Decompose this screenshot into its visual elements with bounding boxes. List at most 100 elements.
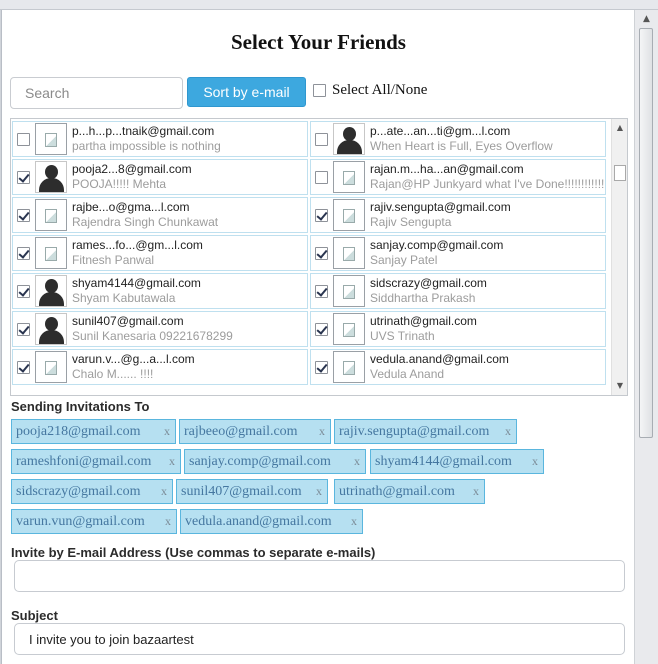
friend-checkbox[interactable]	[17, 208, 30, 222]
person-icon	[35, 161, 67, 193]
friend-checkbox[interactable]	[17, 360, 30, 374]
friends-list[interactable]: p...h...p...tnaik@gmail.com partha imposs…	[10, 118, 628, 396]
friend-name: When Heart is Full, Eyes Overflow	[370, 139, 553, 153]
friend-item[interactable]: varun.v...@g...a...l.com Chalo M...... !!…	[12, 349, 308, 385]
remove-invitation-icon[interactable]: x	[532, 450, 538, 473]
friends-list-scroll-thumb[interactable]	[614, 165, 626, 181]
friend-name: Rajendra Singh Chunkawat	[72, 215, 219, 229]
friend-checkbox[interactable]	[315, 132, 328, 146]
friend-checkbox[interactable]	[315, 170, 328, 184]
friend-info: sanjay.comp@gmail.com Sanjay Patel	[370, 238, 503, 268]
friend-info: varun.v...@g...a...l.com Chalo M...... !!…	[72, 352, 195, 382]
friend-checkbox[interactable]	[17, 170, 30, 184]
friend-item[interactable]: sidscrazy@gmail.com Siddhartha Prakash	[310, 273, 606, 309]
friend-name: Sanjay Patel	[370, 253, 438, 267]
page-content: Select Your Friends Sort by e-mail Selec…	[1, 10, 634, 664]
remove-invitation-icon[interactable]: x	[161, 480, 167, 503]
invitation-email: varun.vun@gmail.com	[16, 514, 145, 529]
friend-item[interactable]: pooja2...8@gmail.com POOJA!!!!! Mehta	[12, 159, 308, 195]
friend-name: Shyam Kabutawala	[72, 291, 176, 305]
remove-invitation-icon[interactable]: x	[316, 480, 322, 503]
select-all-toggle[interactable]: Select All/None	[313, 82, 427, 99]
remove-invitation-icon[interactable]: x	[319, 420, 325, 443]
sort-by-email-button[interactable]: Sort by e-mail	[187, 77, 306, 107]
broken-image-icon	[333, 161, 365, 193]
invitation-email: rameshfoni@gmail.com	[16, 454, 152, 469]
broken-image-icon	[35, 237, 67, 269]
remove-invitation-icon[interactable]: x	[505, 420, 511, 443]
friend-email: shyam4144@gmail.com	[72, 276, 201, 290]
invite-email-label: Invite by E-mail Address (Use commas to …	[11, 545, 376, 560]
window-scroll-up-icon[interactable]: ▲	[635, 11, 658, 27]
broken-image-icon	[333, 275, 365, 307]
friend-name: Vedula Anand	[370, 367, 445, 381]
friend-info: pooja2...8@gmail.com POOJA!!!!! Mehta	[72, 162, 192, 192]
remove-invitation-icon[interactable]: x	[354, 450, 360, 473]
friend-info: sidscrazy@gmail.com Siddhartha Prakash	[370, 276, 487, 306]
invite-email-input[interactable]	[14, 560, 625, 592]
friend-checkbox[interactable]	[315, 322, 328, 336]
browser-window: Select Your Friends Sort by e-mail Selec…	[0, 0, 658, 664]
friend-row: shyam4144@gmail.com Shyam Kabutawala sidsc…	[12, 272, 612, 310]
friend-name: UVS Trinath	[370, 329, 435, 343]
invitation-email: utrinath@gmail.com	[339, 484, 455, 499]
select-all-checkbox[interactable]	[313, 84, 326, 97]
friend-checkbox[interactable]	[17, 284, 30, 298]
friend-checkbox[interactable]	[315, 208, 328, 222]
invitation-tag: pooja218@gmail.com x	[11, 419, 176, 444]
remove-invitation-icon[interactable]: x	[165, 510, 171, 533]
friend-info: rajbe...o@gma...l.com Rajendra Singh Chun…	[72, 200, 218, 230]
friend-item[interactable]: rajan.m...ha...an@gmail.com Rajan@HP Junk…	[310, 159, 606, 195]
friend-email: p...ate...an...ti@gm...l.com	[370, 124, 511, 138]
friend-item[interactable]: sanjay.comp@gmail.com Sanjay Patel	[310, 235, 606, 271]
friend-info: utrinath@gmail.com UVS Trinath	[370, 314, 477, 344]
friend-item[interactable]: utrinath@gmail.com UVS Trinath	[310, 311, 606, 347]
friend-checkbox[interactable]	[315, 246, 328, 260]
friend-name: Fitnesh Panwal	[72, 253, 155, 267]
invitation-email: rajiv.sengupta@gmail.com	[339, 424, 490, 439]
friends-grid: p...h...p...tnaik@gmail.com partha imposs…	[12, 120, 612, 386]
window-scroll-thumb[interactable]	[639, 28, 653, 438]
friend-row: sunil407@gmail.com Sunil Kanesaria 092216…	[12, 310, 612, 348]
friend-checkbox[interactable]	[315, 284, 328, 298]
friend-item[interactable]: sunil407@gmail.com Sunil Kanesaria 092216…	[12, 311, 308, 347]
scroll-down-arrow-icon[interactable]: ▼	[612, 379, 627, 393]
friend-checkbox[interactable]	[17, 322, 30, 336]
invitation-email: sanjay.comp@gmail.com	[189, 454, 331, 469]
friend-item[interactable]: vedula.anand@gmail.com Vedula Anand	[310, 349, 606, 385]
friend-row: rames...fo...@gm...l.com Fitnesh Panwal sa…	[12, 234, 612, 272]
friend-row: pooja2...8@gmail.com POOJA!!!!! Mehta raja…	[12, 158, 612, 196]
friend-item[interactable]: rajiv.sengupta@gmail.com Rajiv Sengupta	[310, 197, 606, 233]
friend-checkbox[interactable]	[17, 132, 30, 146]
window-scrollbar[interactable]: ▲	[634, 10, 658, 664]
remove-invitation-icon[interactable]: x	[351, 510, 357, 533]
broken-image-icon	[333, 351, 365, 383]
friend-item[interactable]: p...h...p...tnaik@gmail.com partha imposs…	[12, 121, 308, 157]
friend-checkbox[interactable]	[17, 246, 30, 260]
friends-list-scrollbar[interactable]: ▲ ▼	[611, 119, 627, 395]
invitation-tag: rajiv.sengupta@gmail.com x	[334, 419, 517, 444]
friend-info: p...ate...an...ti@gm...l.com When Heart i…	[370, 124, 553, 154]
friend-info: vedula.anand@gmail.com Vedula Anand	[370, 352, 509, 382]
friend-name: Rajan@HP Junkyard what I've Done!!!!!!!!…	[370, 177, 605, 191]
remove-invitation-icon[interactable]: x	[164, 420, 170, 443]
invitation-email: shyam4144@gmail.com	[375, 454, 512, 469]
friend-name: Rajiv Sengupta	[370, 215, 452, 229]
search-input[interactable]	[10, 77, 183, 109]
friend-item[interactable]: shyam4144@gmail.com Shyam Kabutawala	[12, 273, 308, 309]
remove-invitation-icon[interactable]: x	[473, 480, 479, 503]
invitation-tag: sidscrazy@gmail.com x	[11, 479, 173, 504]
invitation-email: vedula.anand@gmail.com	[185, 514, 332, 529]
friend-info: sunil407@gmail.com Sunil Kanesaria 092216…	[72, 314, 233, 344]
friend-item[interactable]: p...ate...an...ti@gm...l.com When Heart i…	[310, 121, 606, 157]
remove-invitation-icon[interactable]: x	[169, 450, 175, 473]
friend-email: utrinath@gmail.com	[370, 314, 477, 328]
friend-item[interactable]: rames...fo...@gm...l.com Fitnesh Panwal	[12, 235, 308, 271]
friend-item[interactable]: rajbe...o@gma...l.com Rajendra Singh Chun…	[12, 197, 308, 233]
friend-row: p...h...p...tnaik@gmail.com partha imposs…	[12, 120, 612, 158]
friend-name: POOJA!!!!! Mehta	[72, 177, 167, 191]
subject-input[interactable]	[14, 623, 625, 655]
scroll-up-arrow-icon[interactable]: ▲	[612, 121, 627, 135]
friend-checkbox[interactable]	[315, 360, 328, 374]
invitation-email: sunil407@gmail.com	[181, 484, 302, 499]
